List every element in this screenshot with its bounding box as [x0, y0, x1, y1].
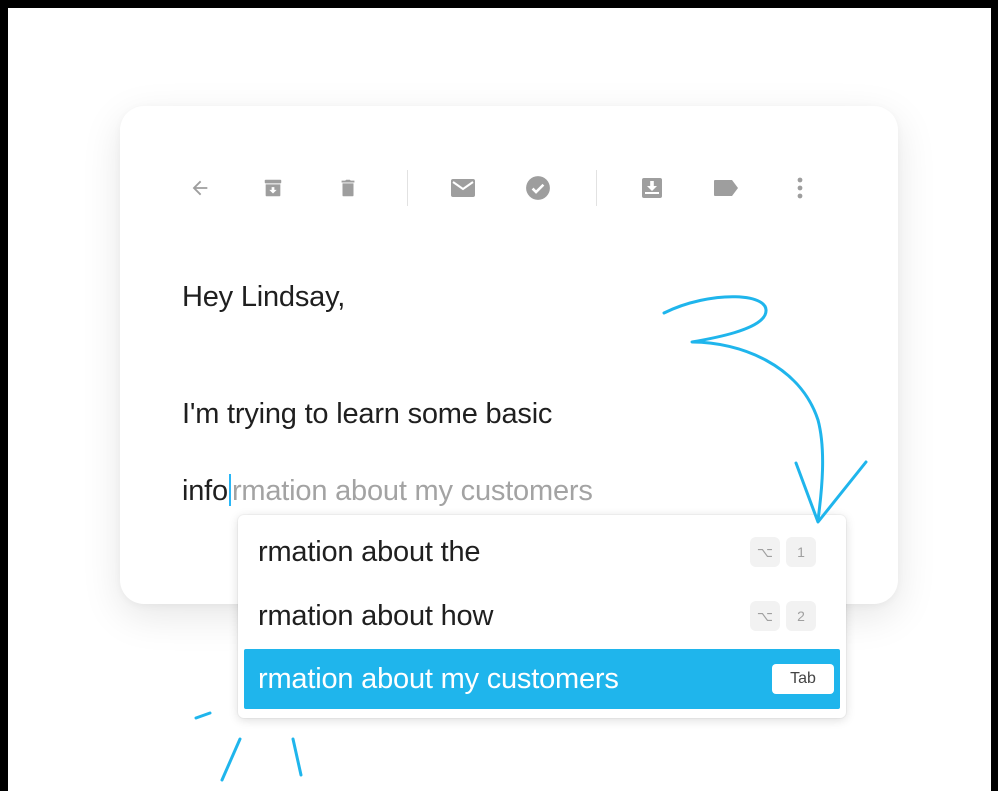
move-to-inbox-icon[interactable]: [636, 172, 668, 204]
greeting-line: Hey Lindsay,: [182, 281, 346, 313]
shortcut-key-hint: 2: [786, 601, 816, 631]
suggestion-item[interactable]: rmation about the ⌥ 1: [244, 522, 840, 582]
ghost-completion: rmation about my customers: [231, 475, 593, 507]
text-caret: [228, 474, 231, 506]
toolbar-divider: [407, 170, 408, 206]
label-icon[interactable]: [710, 172, 742, 204]
archive-icon[interactable]: [257, 172, 289, 204]
suggestion-item[interactable]: rmation about how ⌥ 2: [244, 586, 840, 646]
check-circle-icon[interactable]: [522, 172, 554, 204]
typed-text: info: [182, 475, 228, 507]
compose-input-line[interactable]: info rmation about my customers: [182, 474, 593, 508]
option-key-hint: ⌥: [750, 601, 780, 631]
back-arrow-icon[interactable]: [184, 172, 216, 204]
suggestion-item-active[interactable]: rmation about my customers Tab: [244, 649, 840, 709]
trash-icon[interactable]: [332, 172, 364, 204]
mail-icon[interactable]: [447, 172, 479, 204]
more-vert-icon[interactable]: [784, 172, 816, 204]
toolbar-divider: [596, 170, 597, 206]
option-key-hint: ⌥: [750, 537, 780, 567]
tab-key-hint: Tab: [772, 664, 834, 694]
suggestion-label: rmation about my customers: [258, 662, 619, 695]
shortcut-key-hint: 1: [786, 537, 816, 567]
body-line-2: I'm trying to learn some basic: [182, 398, 553, 430]
autocomplete-dropdown: rmation about the ⌥ 1 rmation about how …: [238, 515, 846, 718]
